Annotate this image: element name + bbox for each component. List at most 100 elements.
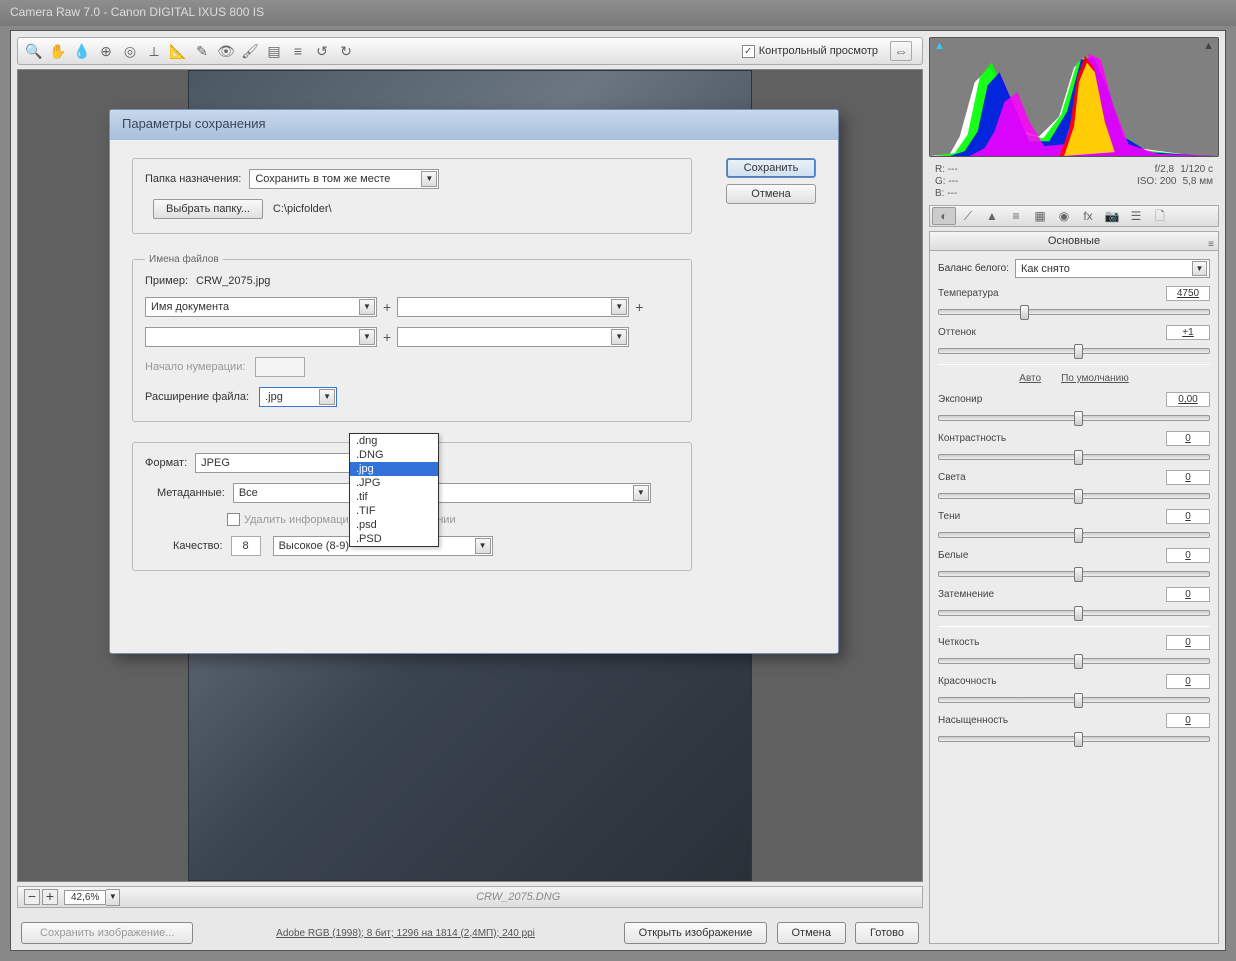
eyedropper-icon[interactable]: 💧: [72, 41, 92, 61]
slider-label: Температура: [938, 288, 1166, 299]
slider-track[interactable]: [938, 348, 1210, 354]
quality-input[interactable]: [231, 536, 261, 556]
slider-value[interactable]: 4750: [1166, 286, 1210, 301]
slider-handle[interactable]: [1020, 305, 1029, 320]
name-part3-select[interactable]: ▼: [145, 327, 377, 347]
tab-hsl-icon[interactable]: ≡: [1004, 207, 1028, 225]
slider-value[interactable]: +1: [1166, 325, 1210, 340]
default-link[interactable]: По умолчанию: [1061, 373, 1129, 384]
slider-value[interactable]: 0: [1166, 713, 1210, 728]
tab-snapshots-icon[interactable]: 🗋: [1148, 207, 1172, 225]
rotate-left-icon[interactable]: ↺: [312, 41, 332, 61]
slider-handle[interactable]: [1074, 654, 1083, 669]
ext-select[interactable]: .jpg▼: [259, 387, 337, 407]
chevron-down-icon: ▼: [1192, 261, 1207, 276]
info-fstop: f/2,8: [1155, 164, 1174, 175]
tab-basic-icon[interactable]: ◐: [932, 207, 956, 225]
slider-value[interactable]: 0: [1166, 548, 1210, 563]
tab-split-icon[interactable]: ▦: [1028, 207, 1052, 225]
dialog-save-button[interactable]: Сохранить: [726, 158, 816, 178]
ext-option[interactable]: .tif: [350, 490, 438, 504]
crop-icon[interactable]: ⟂: [144, 41, 164, 61]
slider-handle[interactable]: [1074, 693, 1083, 708]
slider-track[interactable]: [938, 532, 1210, 538]
redeye-icon[interactable]: 👁: [216, 41, 236, 61]
slider-handle[interactable]: [1074, 732, 1083, 747]
slider-value[interactable]: 0: [1166, 431, 1210, 446]
done-button[interactable]: Готово: [855, 922, 919, 944]
zoom-in-button[interactable]: +: [42, 889, 58, 905]
metadata-select[interactable]: Все▼: [233, 483, 651, 503]
ext-option[interactable]: .TIF: [350, 504, 438, 518]
slider-track[interactable]: [938, 697, 1210, 703]
name-part2-select[interactable]: ▼: [397, 297, 629, 317]
dialog-cancel-button[interactable]: Отмена: [726, 184, 816, 204]
ext-option[interactable]: .DNG: [350, 448, 438, 462]
slider-handle[interactable]: [1074, 489, 1083, 504]
slider-track[interactable]: [938, 493, 1210, 499]
cancel-button[interactable]: Отмена: [777, 922, 846, 944]
target-adjust-icon[interactable]: ◎: [120, 41, 140, 61]
slider-handle[interactable]: [1074, 344, 1083, 359]
slider-handle[interactable]: [1074, 567, 1083, 582]
workflow-link[interactable]: Adobe RGB (1998); 8 бит; 1296 на 1814 (2…: [276, 928, 535, 939]
slider-track[interactable]: [938, 736, 1210, 742]
wb-select[interactable]: Как снято ▼: [1015, 259, 1210, 278]
choose-folder-button[interactable]: Выбрать папку...: [153, 199, 263, 219]
slider-handle[interactable]: [1074, 528, 1083, 543]
name-part4-select[interactable]: ▼: [397, 327, 629, 347]
slider-track[interactable]: [938, 571, 1210, 577]
zoom-out-button[interactable]: −: [24, 889, 40, 905]
slider-value[interactable]: 0: [1166, 470, 1210, 485]
gradient-icon[interactable]: ▤: [264, 41, 284, 61]
tab-camera-icon[interactable]: 📷: [1100, 207, 1124, 225]
tab-lens-icon[interactable]: ◉: [1052, 207, 1076, 225]
auto-link[interactable]: Авто: [1019, 373, 1041, 384]
hand-icon[interactable]: ✋: [48, 41, 68, 61]
slider-value[interactable]: 0: [1166, 587, 1210, 602]
ext-option[interactable]: .JPG: [350, 476, 438, 490]
zoom-dropdown[interactable]: ▼: [106, 889, 120, 906]
fullscreen-icon[interactable]: ⇔: [890, 41, 912, 61]
numbering-input[interactable]: [255, 357, 305, 377]
spot-icon[interactable]: ✎: [192, 41, 212, 61]
slider-track[interactable]: [938, 415, 1210, 421]
slider-track[interactable]: [938, 454, 1210, 460]
brush-icon[interactable]: 🖌: [240, 41, 260, 61]
name-part1-select[interactable]: Имя документа▼: [145, 297, 377, 317]
slider-value[interactable]: 0,00: [1166, 392, 1210, 407]
histogram[interactable]: ▲ ▲: [929, 37, 1219, 157]
rotate-right-icon[interactable]: ↻: [336, 41, 356, 61]
open-image-button[interactable]: Открыть изображение: [624, 922, 768, 944]
slider-track[interactable]: [938, 658, 1210, 664]
zoom-icon[interactable]: 🔍: [24, 41, 44, 61]
straighten-icon[interactable]: 📐: [168, 41, 188, 61]
slider-value[interactable]: 0: [1166, 509, 1210, 524]
tab-detail-icon[interactable]: ▲: [980, 207, 1004, 225]
shadow-clip-icon[interactable]: ▲: [934, 40, 945, 52]
prefs-icon[interactable]: ≡: [288, 41, 308, 61]
slider-value[interactable]: 0: [1166, 674, 1210, 689]
slider-handle[interactable]: [1074, 411, 1083, 426]
slider-handle[interactable]: [1074, 606, 1083, 621]
ext-option[interactable]: .jpg: [350, 462, 438, 476]
panel-menu-icon[interactable]: ≡: [1208, 235, 1214, 254]
slider-value[interactable]: 0: [1166, 635, 1210, 650]
color-sampler-icon[interactable]: ⊕: [96, 41, 116, 61]
highlight-clip-icon[interactable]: ▲: [1203, 40, 1214, 52]
tab-fx-icon[interactable]: fx: [1076, 207, 1100, 225]
preview-checkbox[interactable]: ✓: [742, 45, 755, 58]
slider-handle[interactable]: [1074, 450, 1083, 465]
ext-dropdown-list[interactable]: .dng.DNG.jpg.JPG.tif.TIF.psd.PSD: [349, 433, 439, 547]
ext-option[interactable]: .psd: [350, 518, 438, 532]
slider-track[interactable]: [938, 610, 1210, 616]
dest-select[interactable]: Сохранить в том же месте▼: [249, 169, 439, 189]
ext-option[interactable]: .dng: [350, 434, 438, 448]
ext-option[interactable]: .PSD: [350, 532, 438, 546]
save-image-button[interactable]: Сохранить изображение...: [21, 922, 193, 944]
tab-presets-icon[interactable]: ☰: [1124, 207, 1148, 225]
remove-location-checkbox[interactable]: ✓: [227, 513, 240, 526]
zoom-value[interactable]: 42,6%: [64, 890, 106, 905]
slider-track[interactable]: [938, 309, 1210, 315]
tab-curve-icon[interactable]: ⟋: [956, 207, 980, 225]
